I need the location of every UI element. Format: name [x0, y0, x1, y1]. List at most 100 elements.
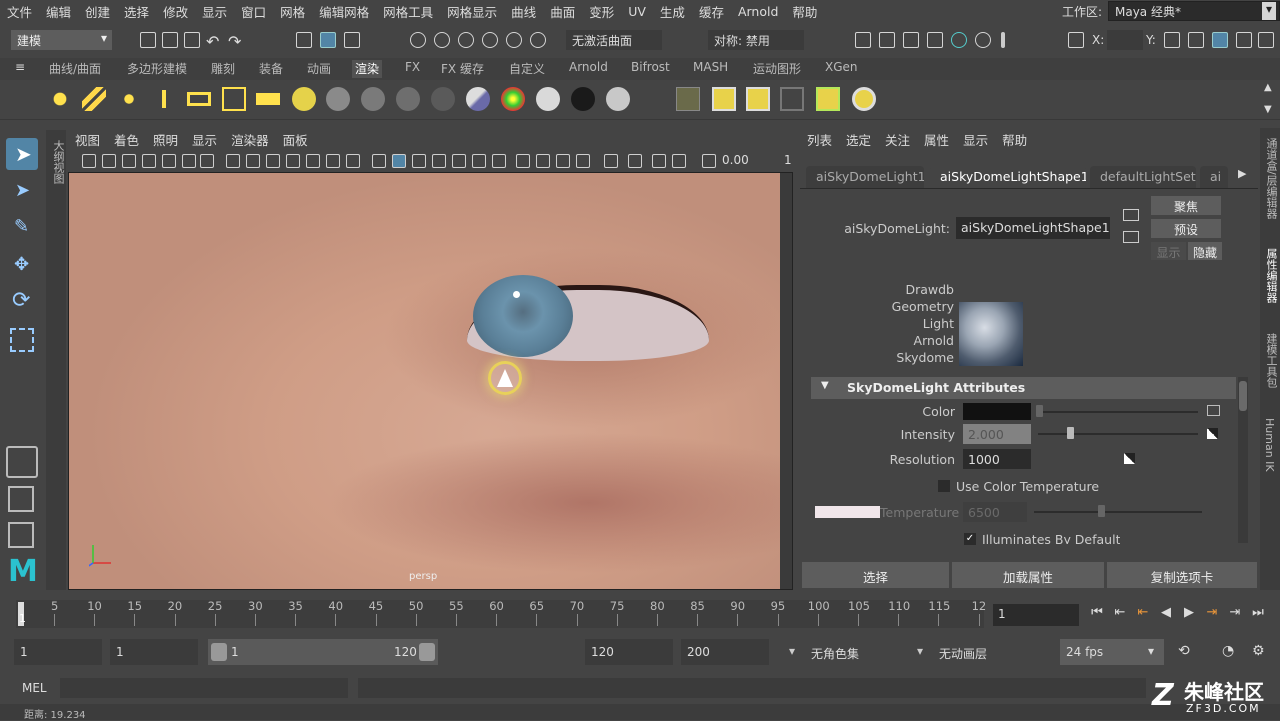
anim-layer-field[interactable]: 无动画层 [939, 645, 987, 662]
attribute-editor-menu-item[interactable]: 选定 [839, 130, 878, 149]
camera-icon[interactable] [256, 93, 280, 105]
viewport-toolbar-icon[interactable] [412, 154, 426, 168]
menu-set-dropdown[interactable]: 建模 [11, 30, 112, 50]
transform-type-icon[interactable] [1068, 32, 1084, 48]
menu-item[interactable]: 缓存 [692, 2, 731, 21]
shelf-tab[interactable]: MASH [690, 60, 731, 78]
viewport-toolbar-icon[interactable] [672, 154, 686, 168]
range-end-handle[interactable] [419, 643, 435, 661]
arnold-render-icon[interactable] [975, 32, 991, 48]
shelf-scroll-down-icon[interactable]: ▼ [1264, 104, 1272, 115]
snap-together-icon[interactable] [530, 32, 546, 48]
menu-item[interactable]: 窗口 [234, 2, 273, 21]
attribute-editor-tab[interactable]: 属性编辑器 [1263, 248, 1279, 303]
go-to-start-icon[interactable]: ⏮ [1089, 605, 1105, 621]
use-color-temperature-checkbox[interactable] [938, 480, 950, 492]
modeling-toolkit-icon[interactable] [1188, 32, 1204, 48]
viewport-toolbar-icon[interactable] [472, 154, 486, 168]
render-node-icon[interactable] [292, 87, 316, 111]
channel-box-tab[interactable]: 通道盒/层编辑器 [1263, 138, 1279, 219]
focus-button[interactable]: 聚焦 [1151, 196, 1221, 215]
viewport-toolbar-icon[interactable] [142, 154, 156, 168]
rotate-tool-icon[interactable]: ⟳ [6, 286, 38, 318]
shelf-tab[interactable]: FX 缓存 [438, 60, 487, 78]
render-batch-icon[interactable] [712, 87, 736, 111]
menu-item[interactable]: Arnold [731, 4, 785, 19]
shelf-tab[interactable]: 渲染 [352, 60, 383, 78]
menu-item[interactable]: 网格显示 [440, 2, 504, 21]
attribute-editor-tab[interactable]: aiSkyDomeLightShape1 [930, 166, 1086, 188]
shelf-tab[interactable]: 曲线/曲面 [46, 60, 104, 78]
viewport-toolbar-icon[interactable] [604, 154, 618, 168]
viewport-toolbar-icon[interactable] [576, 154, 590, 168]
snap-point-icon[interactable] [458, 32, 474, 48]
resolution-field[interactable]: 1000 [963, 449, 1031, 469]
viewport-toolbar-icon[interactable] [226, 154, 240, 168]
menu-item[interactable]: 曲线 [504, 2, 543, 21]
single-perspective-layout-icon[interactable] [6, 446, 38, 478]
menu-item[interactable]: 显示 [195, 2, 234, 21]
render-view-icon[interactable] [855, 32, 871, 48]
spot-light-icon[interactable] [152, 87, 176, 111]
select-hierarchy-icon[interactable] [296, 32, 312, 48]
color-map-button-icon[interactable] [1207, 405, 1220, 416]
shader-ball-icon[interactable] [396, 87, 420, 111]
select-component-icon[interactable] [344, 32, 360, 48]
open-scene-icon[interactable] [162, 32, 178, 48]
shelf-tab[interactable]: FX [402, 60, 423, 78]
step-back-frame-icon[interactable]: ⇤ [1135, 605, 1151, 621]
shelf-tab[interactable]: XGen [822, 60, 861, 78]
shader-ball-icon[interactable] [361, 87, 385, 111]
tab-scroll-right-icon[interactable]: ▶ [1238, 167, 1246, 180]
shader-ball-icon[interactable] [536, 87, 560, 111]
viewport-toolbar-icon[interactable] [432, 154, 446, 168]
viewport-menu-item[interactable]: 照明 [146, 130, 185, 149]
anim-prefs-icon[interactable]: ⚙ [1252, 643, 1265, 659]
viewport-toolbar-icon[interactable] [326, 154, 340, 168]
viewport-toolbar-icon[interactable] [372, 154, 386, 168]
snap-live-icon[interactable] [506, 32, 522, 48]
menu-item[interactable]: 编辑网格 [312, 2, 376, 21]
shelf-tab[interactable]: Bifrost [628, 60, 673, 78]
attribute-editor-menu-item[interactable]: 关注 [878, 130, 917, 149]
texture-placement-icon[interactable] [676, 87, 700, 111]
viewport-menu-item[interactable]: 着色 [107, 130, 146, 149]
menu-item[interactable]: 帮助 [785, 2, 824, 21]
snap-grid-icon[interactable] [410, 32, 426, 48]
outliner-side-tab[interactable]: 大纲视图 [46, 130, 66, 590]
node-name-field[interactable]: aiSkyDomeLightShape1 [956, 217, 1110, 239]
focus-output-icon[interactable] [1123, 231, 1139, 243]
viewport-toolbar-icon[interactable] [102, 154, 116, 168]
gamma-field[interactable]: 1 [784, 153, 792, 167]
live-surface-field[interactable]: 无激活曲面 [566, 30, 662, 50]
intensity-slider-track[interactable] [1038, 433, 1198, 435]
select-tool-icon[interactable]: ➤ [6, 138, 38, 170]
tool-settings-icon[interactable] [1236, 32, 1252, 48]
load-attributes-button[interactable]: 加载属性 [952, 562, 1104, 588]
snap-curve-icon[interactable] [434, 32, 450, 48]
shader-ball-icon[interactable] [606, 87, 630, 111]
viewport-toolbar-icon[interactable] [122, 154, 136, 168]
copy-tab-button[interactable]: 复制选项卡 [1107, 562, 1257, 588]
menu-item[interactable]: 创建 [78, 2, 117, 21]
hypershade-shelf-icon[interactable] [852, 87, 876, 111]
x-field[interactable] [1107, 30, 1143, 50]
viewport-toolbar-icon[interactable] [200, 154, 214, 168]
shader-ball-icon[interactable] [431, 87, 455, 111]
select-object-icon[interactable] [320, 32, 336, 48]
viewport-toolbar-icon[interactable] [536, 154, 550, 168]
viewport-toolbar-icon[interactable] [246, 154, 260, 168]
lasso-tool-icon[interactable]: ➤ [6, 176, 38, 208]
attribute-editor-icon[interactable] [1212, 32, 1228, 48]
animation-end-field[interactable]: 200 [681, 639, 769, 665]
ipr-render-icon[interactable] [903, 32, 919, 48]
character-set-field[interactable]: 无角色集 [811, 645, 859, 662]
viewport-toolbar-icon[interactable] [162, 154, 176, 168]
symmetry-field[interactable]: 对称: 禁用 [708, 30, 804, 50]
loop-icon[interactable]: ⟲ [1178, 643, 1190, 659]
menu-item[interactable]: 文件 [0, 2, 39, 21]
color-swatch[interactable] [963, 403, 1031, 420]
viewport-toolbar-icon[interactable] [346, 154, 360, 168]
temperature-field[interactable]: 6500 [963, 502, 1027, 522]
perspective-viewport[interactable]: persp [68, 172, 793, 590]
